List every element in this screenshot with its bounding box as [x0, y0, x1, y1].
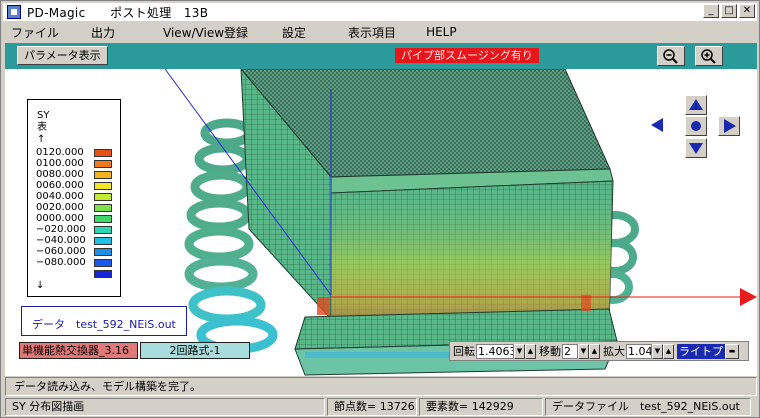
view-control-strip: 回転 1.4063 ▼ ▲ 移動 2 ▼ ▲ 拡大 1.04 ▼ ▲ ライトプ … [449, 341, 749, 361]
window-title: PD-Magic ポスト処理 13B [27, 5, 209, 20]
close-button[interactable]: ✕ [739, 4, 755, 18]
legend-arrow-down: ↓ [36, 280, 45, 291]
axis-arrow-icon [740, 288, 757, 306]
menu-view[interactable]: View/View登録 [153, 24, 258, 41]
smoothing-badge: パイプ部スムージング有り [395, 48, 539, 63]
status-mode: SY 分布図描画 [5, 398, 325, 416]
menu-output[interactable]: 出力 [81, 24, 125, 41]
move-down-icon[interactable]: ▼ [578, 343, 589, 359]
pan-down-button[interactable] [685, 138, 707, 158]
menu-file[interactable]: ファイル [3, 24, 69, 41]
scale-label: 拡大 [603, 345, 625, 358]
menu-display-items[interactable]: 表示項目 [338, 24, 406, 41]
scale-up-icon[interactable]: ▲ [663, 343, 674, 359]
legend-swatch [94, 259, 112, 267]
legend-swatch [94, 226, 112, 234]
legend-title: SY 表 ↑ [37, 110, 50, 145]
light-button[interactable]: ライトプ [677, 343, 725, 359]
move-input[interactable]: 2 [562, 343, 578, 359]
legend-swatch [94, 193, 112, 201]
app-icon [7, 5, 21, 19]
legend-value [36, 268, 82, 280]
status-message: データ読み込み、モデル構築を完了。 [5, 377, 757, 396]
rotate-input[interactable]: 1.4063 [476, 343, 514, 359]
pan-left-button[interactable] [648, 116, 670, 136]
legend-swatch [94, 204, 112, 212]
triangle-down-icon [689, 143, 703, 154]
parameter-display-button[interactable]: パラメータ表示 [17, 46, 108, 65]
data-label-box: データ test_592_NEiS.out [21, 306, 187, 336]
rotate-up-icon[interactable]: ▲ [525, 343, 536, 359]
scale-input[interactable]: 1.04 [626, 343, 652, 359]
light-toggle-icon[interactable]: ▬ [725, 343, 739, 359]
zoom-in-button[interactable] [695, 46, 723, 66]
status-data-file: データファイル test_592_NEiS.out [545, 398, 751, 416]
circle-dot-icon [691, 121, 701, 131]
model-name-tag: 単機能熱交換器_3.16 [19, 342, 138, 359]
rotate-label: 回転 [453, 345, 475, 358]
zoom-out-icon [663, 49, 678, 64]
maximize-button[interactable]: □ [721, 4, 737, 18]
pan-right-button[interactable] [718, 116, 740, 136]
toolbar: パラメータ表示 パイプ部スムージング有り [5, 43, 757, 69]
zoom-out-button[interactable] [657, 46, 685, 66]
triangle-left-icon [651, 118, 663, 132]
legend-swatch [94, 171, 112, 179]
status-node-count: 節点数= 137265 [327, 398, 417, 416]
menu-settings[interactable]: 設定 [272, 24, 316, 41]
scale-down-icon[interactable]: ▼ [652, 343, 663, 359]
move-label: 移動 [539, 345, 561, 358]
pan-up-button[interactable] [685, 95, 707, 115]
legend-entry [36, 268, 82, 280]
legend-swatch [94, 248, 112, 256]
legend-swatch [94, 270, 112, 278]
legend-swatch [94, 149, 112, 157]
zoom-in-icon [701, 49, 716, 64]
legend-swatch [94, 215, 112, 223]
app-window: PD-Magic ポスト処理 13B _ □ ✕ ファイル 出力 View/Vi… [0, 0, 760, 418]
menu-bar: ファイル 出力 View/View登録 設定 表示項目 HELP [3, 22, 757, 42]
status-bar: SY 分布図描画 節点数= 137265 要素数= 142929 データファイル… [5, 398, 757, 416]
legend-swatch [94, 182, 112, 190]
color-legend: SY 表 ↑ 0120.000 0100.000 0080.000 0060.000 0… [27, 99, 121, 297]
triangle-right-icon [724, 119, 736, 133]
reset-view-button[interactable] [685, 116, 707, 136]
model-viewport[interactable]: SY 表 ↑ 0120.000 0100.000 0080.000 0060.000 0… [5, 69, 757, 376]
move-up-icon[interactable]: ▲ [589, 343, 600, 359]
legend-swatch [94, 160, 112, 168]
status-element-count: 要素数= 142929 [419, 398, 543, 416]
circuit-tag: 2回路式-1 [140, 342, 250, 359]
legend-swatch [94, 237, 112, 245]
rotate-down-icon[interactable]: ▼ [514, 343, 525, 359]
triangle-up-icon [689, 99, 703, 110]
menu-help[interactable]: HELP [416, 25, 467, 39]
title-bar: PD-Magic ポスト処理 13B _ □ ✕ [3, 3, 757, 21]
minimize-button[interactable]: _ [703, 4, 719, 18]
